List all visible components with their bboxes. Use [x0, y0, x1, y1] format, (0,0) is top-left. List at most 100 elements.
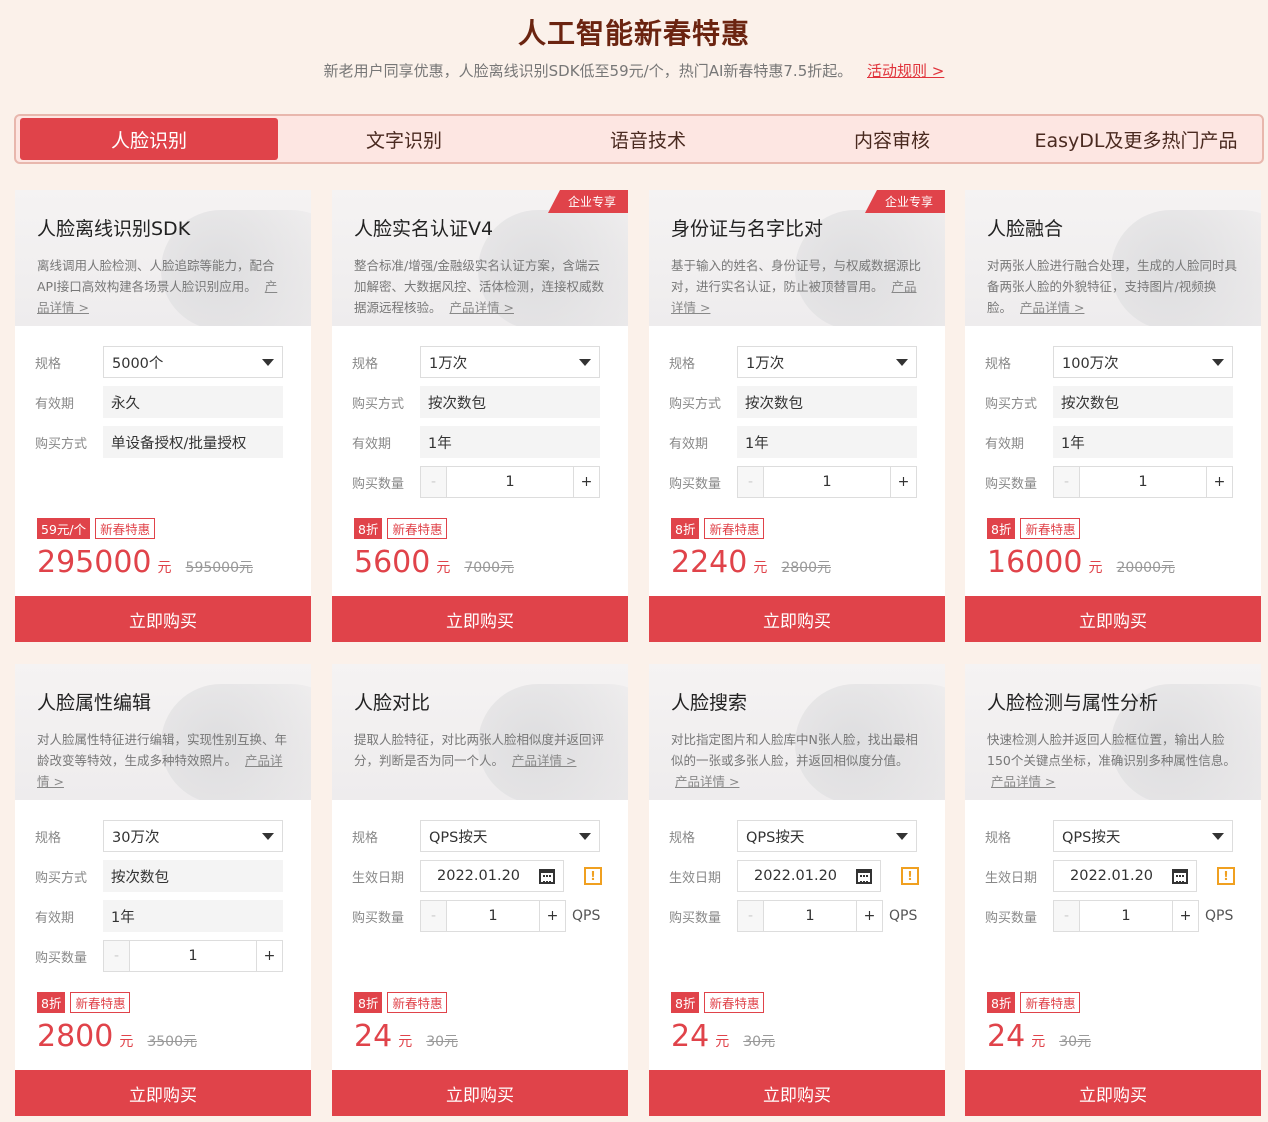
original-price: 30元 — [1059, 1034, 1092, 1050]
spec-value: 5000个 — [112, 355, 164, 372]
purchase-mode-label: 购买方式 — [352, 396, 405, 412]
quantity-input[interactable]: 1 — [447, 474, 573, 490]
spec-select[interactable]: 1万次 — [420, 346, 600, 378]
decrement-button[interactable]: - — [1054, 901, 1080, 931]
spec-select[interactable]: QPS按天 — [420, 820, 600, 852]
discount-tag: 59元/个 — [37, 518, 91, 539]
tab-text-recognition[interactable]: 文字识别 — [282, 118, 526, 160]
price-unit: 元 — [715, 1034, 730, 1050]
card-header: 人脸融合 对两张人脸进行融合处理，生成的人脸同时具备两张人脸的外貌特征，支持图片… — [965, 190, 1261, 326]
product-description: 基于输入的姓名、身份证号，与权威数据源比对，进行实名认证，防止被顶替冒用。 产品… — [671, 255, 923, 318]
increment-button[interactable]: + — [1206, 467, 1232, 497]
tab-speech[interactable]: 语音技术 — [526, 118, 770, 160]
product-detail-link[interactable]: 产品详情 > — [450, 300, 514, 315]
original-price: 595000元 — [185, 560, 253, 576]
increment-button[interactable]: + — [256, 941, 282, 971]
discount-tag: 8折 — [987, 992, 1016, 1013]
price-unit: 元 — [753, 560, 768, 576]
quantity-input[interactable]: 1 — [447, 908, 539, 924]
spec-value: QPS按天 — [1062, 829, 1121, 846]
quantity-input[interactable]: 1 — [764, 908, 856, 924]
price: 16000 — [987, 545, 1083, 580]
buy-now-button[interactable]: 立即购买 — [15, 1070, 311, 1116]
warning-icon[interactable]: ! — [584, 867, 602, 885]
tab-face-recognition[interactable]: 人脸识别 — [20, 118, 278, 160]
caret-down-icon — [896, 358, 908, 366]
spec-select[interactable]: 5000个 — [103, 346, 283, 378]
spec-select[interactable]: 100万次 — [1053, 346, 1233, 378]
product-title: 人脸离线识别SDK — [37, 218, 191, 240]
product-card: 人脸检测与属性分析 快速检测人脸并返回人脸框位置，输出人脸150个关键点坐标，准… — [965, 664, 1261, 1116]
caret-down-icon — [1212, 832, 1224, 840]
tab-content-review[interactable]: 内容审核 — [770, 118, 1014, 160]
quantity-input[interactable]: 1 — [764, 474, 890, 490]
decrement-button[interactable]: - — [738, 901, 764, 931]
quantity-input[interactable]: 1 — [1080, 474, 1206, 490]
validity-label: 有效期 — [35, 396, 75, 412]
purchase-mode-label: 购买方式 — [35, 870, 88, 886]
warning-icon[interactable]: ! — [901, 867, 919, 885]
calendar-icon — [856, 868, 872, 884]
effective-date-picker[interactable]: 2022.01.20 — [420, 860, 564, 892]
quantity-input[interactable]: 1 — [1080, 908, 1172, 924]
activity-rules-link[interactable]: 活动规则 > — [867, 62, 944, 80]
product-detail-link[interactable]: 产品详情 > — [991, 774, 1055, 789]
product-detail-link[interactable]: 产品详情 > — [512, 753, 576, 768]
spec-select[interactable]: QPS按天 — [737, 820, 917, 852]
spec-label: 规格 — [669, 356, 696, 372]
increment-button[interactable]: + — [573, 467, 599, 497]
increment-button[interactable]: + — [890, 467, 916, 497]
product-detail-link[interactable]: 产品详情 > — [1020, 300, 1084, 315]
price-area: 8折 新春特惠 24 元 30元 — [354, 992, 458, 1054]
effective-date-picker[interactable]: 2022.01.20 — [737, 860, 881, 892]
card-header: 人脸检测与属性分析 快速检测人脸并返回人脸框位置，输出人脸150个关键点坐标，准… — [965, 664, 1261, 800]
increment-button[interactable]: + — [1172, 901, 1198, 931]
product-card: 人脸搜索 对比指定图片和人脸库中N张人脸，找出最相似的一张或多张人脸，并返回相似… — [649, 664, 945, 1116]
buy-now-button[interactable]: 立即购买 — [332, 596, 628, 642]
spec-label: 规格 — [985, 356, 1012, 372]
product-detail-link[interactable]: 产品详情 > — [675, 774, 739, 789]
buy-now-button[interactable]: 立即购买 — [15, 596, 311, 642]
buy-now-button[interactable]: 立即购买 — [649, 596, 945, 642]
purchase-mode-value: 按次数包 — [737, 386, 917, 418]
product-title: 人脸检测与属性分析 — [987, 692, 1159, 714]
enterprise-badge: 企业专享 — [547, 190, 628, 213]
quantity-stepper: -1 + — [1053, 466, 1233, 498]
original-price: 2800元 — [781, 560, 831, 576]
spec-label: 规格 — [35, 356, 62, 372]
purchase-mode-value: 单设备授权/批量授权 — [103, 426, 283, 458]
quantity-input[interactable]: 1 — [130, 948, 256, 964]
spec-select[interactable]: QPS按天 — [1053, 820, 1233, 852]
spec-select[interactable]: 30万次 — [103, 820, 283, 852]
product-title: 人脸属性编辑 — [37, 692, 152, 714]
decrement-button[interactable]: - — [738, 467, 764, 497]
decrement-button[interactable]: - — [104, 941, 130, 971]
buy-now-button[interactable]: 立即购买 — [649, 1070, 945, 1116]
discount-tag: 8折 — [671, 518, 700, 539]
product-title: 人脸实名认证V4 — [354, 218, 494, 240]
caret-down-icon — [262, 358, 274, 366]
quantity-stepper: -1 + — [737, 900, 883, 932]
buy-now-button[interactable]: 立即购买 — [965, 1070, 1261, 1116]
product-title: 人脸对比 — [354, 692, 431, 714]
tab-easydl-more[interactable]: EasyDL及更多热门产品 — [1014, 118, 1258, 160]
decrement-button[interactable]: - — [1054, 467, 1080, 497]
spec-select[interactable]: 1万次 — [737, 346, 917, 378]
quantity-stepper: -1 + — [420, 900, 566, 932]
promo-tag: 新春特惠 — [704, 992, 765, 1013]
increment-button[interactable]: + — [539, 901, 565, 931]
decrement-button[interactable]: - — [421, 901, 447, 931]
discount-tag: 8折 — [987, 518, 1016, 539]
calendar-icon — [1172, 868, 1188, 884]
decrement-button[interactable]: - — [421, 467, 447, 497]
caret-down-icon — [579, 358, 591, 366]
buy-now-button[interactable]: 立即购买 — [332, 1070, 628, 1116]
price-unit: 元 — [157, 560, 172, 576]
product-card: 人脸属性编辑 对人脸属性特征进行编辑，实现性别互换、年龄改变等特效，生成多种特效… — [15, 664, 311, 1116]
buy-now-button[interactable]: 立即购买 — [965, 596, 1261, 642]
validity-value: 永久 — [103, 386, 283, 418]
quantity-label: 购买数量 — [669, 476, 722, 492]
effective-date-picker[interactable]: 2022.01.20 — [1053, 860, 1197, 892]
warning-icon[interactable]: ! — [1217, 867, 1235, 885]
increment-button[interactable]: + — [856, 901, 882, 931]
